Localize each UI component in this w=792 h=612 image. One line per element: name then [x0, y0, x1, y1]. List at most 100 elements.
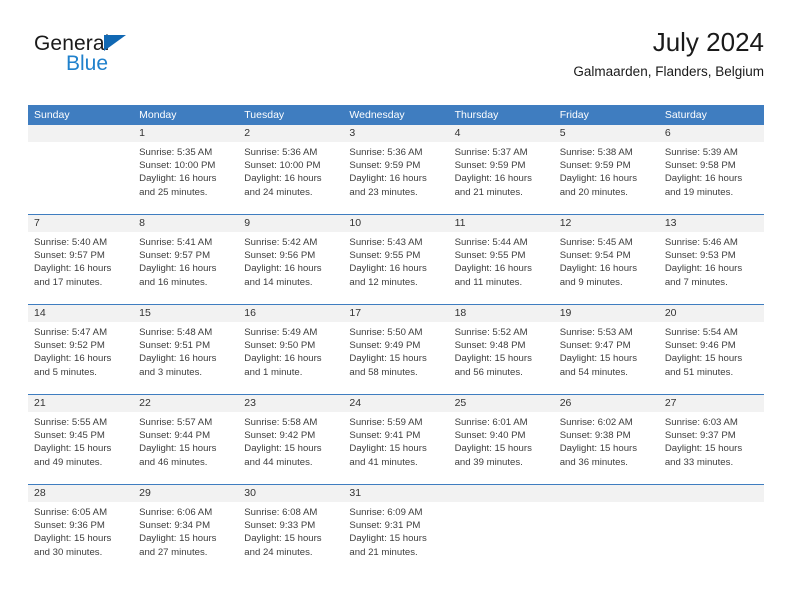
day-number: 3 [343, 125, 449, 142]
day-detail-line: Sunset: 9:57 PM [34, 250, 105, 262]
calendar-week-cells: 7 Sunrise: 5:40 AM Sunset: 9:57 PM Daylight… [28, 215, 764, 304]
day-detail-line: and 49 minutes. [34, 456, 103, 468]
day-cell[interactable]: 15 Sunrise: 5:48 AM Sunset: 9:51 PM Dayligh… [133, 305, 239, 394]
day-detail-line: Daylight: 16 hours [559, 263, 638, 275]
day-details: Sunrise: 5:38 AM Sunset: 9:59 PM Daylight:… [554, 142, 659, 199]
day-detail-line: Sunrise: 5:48 AM [139, 327, 213, 338]
day-detail-line: Sunrise: 5:38 AM [559, 147, 633, 158]
day-detail-line: Daylight: 16 hours [349, 173, 427, 185]
day-cell[interactable]: 6 Sunrise: 5:39 AM Sunset: 9:58 PM Daylight… [658, 125, 764, 214]
day-cell[interactable]: 3 Sunrise: 5:36 AM Sunset: 9:59 PM Daylight… [343, 125, 449, 214]
day-cell[interactable]: 7 Sunrise: 5:40 AM Sunset: 9:57 PM Daylight… [28, 215, 134, 304]
day-number: 9 [238, 215, 344, 232]
day-number: 23 [238, 395, 344, 412]
day-cell[interactable]: 12 Sunrise: 5:45 AM Sunset: 9:54 PM Dayligh… [553, 215, 659, 304]
calendar-week-cells: 21 Sunrise: 5:55 AM Sunset: 9:45 PM Dayligh… [28, 395, 764, 484]
day-detail-line: Daylight: 16 hours [244, 263, 322, 275]
day-detail-line: Daylight: 15 hours [454, 443, 532, 455]
day-cell[interactable]: 16 Sunrise: 5:49 AM Sunset: 9:50 PM Dayligh… [238, 305, 344, 394]
day-detail-line: Sunrise: 5:43 AM [349, 237, 423, 248]
day-cell[interactable]: 14 Sunrise: 5:47 AM Sunset: 9:52 PM Dayligh… [28, 305, 134, 394]
day-details: Sunrise: 6:05 AM Sunset: 9:36 PM Daylight:… [28, 502, 133, 559]
day-detail-line: Sunset: 9:33 PM [244, 520, 316, 532]
day-number: 16 [238, 305, 344, 322]
day-detail-line: Sunrise: 6:03 AM [664, 417, 738, 428]
day-details: Sunrise: 5:36 AM Sunset: 9:59 PM Daylight:… [343, 142, 448, 199]
day-detail-line: Daylight: 16 hours [34, 263, 112, 275]
day-cell[interactable]: 24 Sunrise: 5:59 AM Sunset: 9:41 PM Dayligh… [343, 395, 449, 484]
day-detail-line: Sunset: 9:57 PM [139, 250, 211, 262]
day-cell[interactable]: 26 Sunrise: 6:02 AM Sunset: 9:38 PM Dayligh… [553, 395, 659, 484]
day-cell[interactable]: 19 Sunrise: 5:53 AM Sunset: 9:47 PM Dayligh… [553, 305, 659, 394]
day-cell[interactable]: 5 Sunrise: 5:38 AM Sunset: 9:59 PM Daylight… [553, 125, 659, 214]
page-header: General Blue July 2024 Galmaarden, Fland… [28, 26, 764, 98]
day-details [554, 502, 659, 506]
day-detail-line: Sunrise: 5:47 AM [34, 327, 108, 338]
day-detail-line: Sunrise: 5:44 AM [454, 237, 528, 248]
day-cell[interactable]: 22 Sunrise: 5:57 AM Sunset: 9:44 PM Dayligh… [133, 395, 239, 484]
day-detail-line: Sunrise: 5:54 AM [664, 327, 738, 338]
day-number: 17 [343, 305, 449, 322]
weekday-header-wednesday: Wednesday [349, 109, 405, 121]
general-blue-logo[interactable]: General Blue [34, 32, 234, 88]
day-detail-line: Daylight: 16 hours [454, 173, 532, 185]
day-details: Sunrise: 5:54 AM Sunset: 9:46 PM Daylight:… [659, 322, 764, 379]
day-detail-line: Sunrise: 5:50 AM [349, 327, 423, 338]
day-detail-line: and 30 minutes. [34, 546, 103, 558]
weekday-header-thursday: Thursday [454, 109, 499, 121]
day-detail-line: Daylight: 15 hours [34, 443, 112, 455]
day-details: Sunrise: 6:06 AM Sunset: 9:34 PM Daylight:… [133, 502, 238, 559]
day-detail-line: Sunrise: 5:53 AM [559, 327, 633, 338]
calendar-week-row: 14 Sunrise: 5:47 AM Sunset: 9:52 PM Dayligh… [28, 304, 764, 394]
weekday-header-friday: Friday [559, 109, 589, 121]
day-cell[interactable]: 10 Sunrise: 5:43 AM Sunset: 9:55 PM Dayligh… [343, 215, 449, 304]
day-detail-line: Daylight: 15 hours [34, 533, 112, 545]
day-detail-line: Daylight: 15 hours [139, 443, 217, 455]
day-detail-line: Sunrise: 5:45 AM [559, 237, 633, 248]
day-number: 11 [448, 215, 554, 232]
day-number: 2 [238, 125, 344, 142]
title-block: July 2024 Galmaarden, Flanders, Belgium [573, 26, 764, 81]
day-detail-line: Sunset: 9:37 PM [664, 430, 736, 442]
day-cell[interactable]: 27 Sunrise: 6:03 AM Sunset: 9:37 PM Dayligh… [658, 395, 764, 484]
day-detail-line: Sunset: 9:47 PM [559, 340, 631, 352]
day-details: Sunrise: 5:35 AM Sunset: 10:00 PM Daylight… [133, 142, 238, 199]
day-details: Sunrise: 6:08 AM Sunset: 9:33 PM Daylight:… [238, 502, 343, 559]
day-cell[interactable]: 31 Sunrise: 6:09 AM Sunset: 9:31 PM Dayligh… [343, 485, 449, 574]
day-details: Sunrise: 5:49 AM Sunset: 9:50 PM Daylight:… [238, 322, 343, 379]
day-cell[interactable]: 28 Sunrise: 6:05 AM Sunset: 9:36 PM Dayligh… [28, 485, 134, 574]
day-details: Sunrise: 5:39 AM Sunset: 9:58 PM Daylight:… [659, 142, 764, 199]
day-number: 18 [448, 305, 554, 322]
day-detail-line: Sunset: 9:46 PM [664, 340, 736, 352]
day-detail-line: Sunrise: 5:57 AM [139, 417, 213, 428]
day-cell[interactable]: 13 Sunrise: 5:46 AM Sunset: 9:53 PM Dayligh… [658, 215, 764, 304]
day-cell[interactable]: 8 Sunrise: 5:41 AM Sunset: 9:57 PM Daylight… [133, 215, 239, 304]
day-cell[interactable]: 11 Sunrise: 5:44 AM Sunset: 9:55 PM Dayligh… [448, 215, 554, 304]
day-detail-line: Daylight: 15 hours [559, 353, 638, 365]
day-detail-line: Sunset: 9:59 PM [559, 160, 631, 172]
day-cell[interactable]: 2 Sunrise: 5:36 AM Sunset: 10:00 PM Dayligh… [238, 125, 344, 214]
day-cell[interactable]: 30 Sunrise: 6:08 AM Sunset: 9:33 PM Dayligh… [238, 485, 344, 574]
day-cell[interactable]: 4 Sunrise: 5:37 AM Sunset: 9:59 PM Daylight… [448, 125, 554, 214]
weekday-header-monday: Monday [139, 109, 177, 121]
day-cell[interactable]: 23 Sunrise: 5:58 AM Sunset: 9:42 PM Dayligh… [238, 395, 344, 484]
day-cell[interactable]: 18 Sunrise: 5:52 AM Sunset: 9:48 PM Dayligh… [448, 305, 554, 394]
day-number: 22 [133, 395, 239, 412]
day-cell[interactable]: 29 Sunrise: 6:06 AM Sunset: 9:34 PM Dayligh… [133, 485, 239, 574]
day-cell[interactable]: 25 Sunrise: 6:01 AM Sunset: 9:40 PM Dayligh… [448, 395, 554, 484]
day-detail-line: Daylight: 15 hours [349, 353, 427, 365]
day-cell[interactable]: 20 Sunrise: 5:54 AM Sunset: 9:46 PM Dayligh… [658, 305, 764, 394]
day-detail-line: Sunrise: 5:39 AM [664, 147, 738, 158]
day-detail-line: Daylight: 15 hours [244, 443, 322, 455]
day-detail-line: Daylight: 15 hours [454, 353, 532, 365]
day-detail-line: Sunrise: 6:02 AM [559, 417, 633, 428]
day-number: 30 [238, 485, 344, 502]
day-detail-line: and 51 minutes. [664, 366, 734, 378]
calendar-week-row: 28 Sunrise: 6:05 AM Sunset: 9:36 PM Dayligh… [28, 484, 764, 574]
page-subtitle: Galmaarden, Flanders, Belgium [573, 64, 764, 79]
day-cell[interactable]: 9 Sunrise: 5:42 AM Sunset: 9:56 PM Daylight… [238, 215, 344, 304]
day-cell[interactable]: 1 Sunrise: 5:35 AM Sunset: 10:00 PM Dayligh… [133, 125, 239, 214]
day-cell[interactable]: 17 Sunrise: 5:50 AM Sunset: 9:49 PM Dayligh… [343, 305, 449, 394]
day-cell[interactable]: 21 Sunrise: 5:55 AM Sunset: 9:45 PM Dayligh… [28, 395, 134, 484]
day-number: 14 [28, 305, 134, 322]
